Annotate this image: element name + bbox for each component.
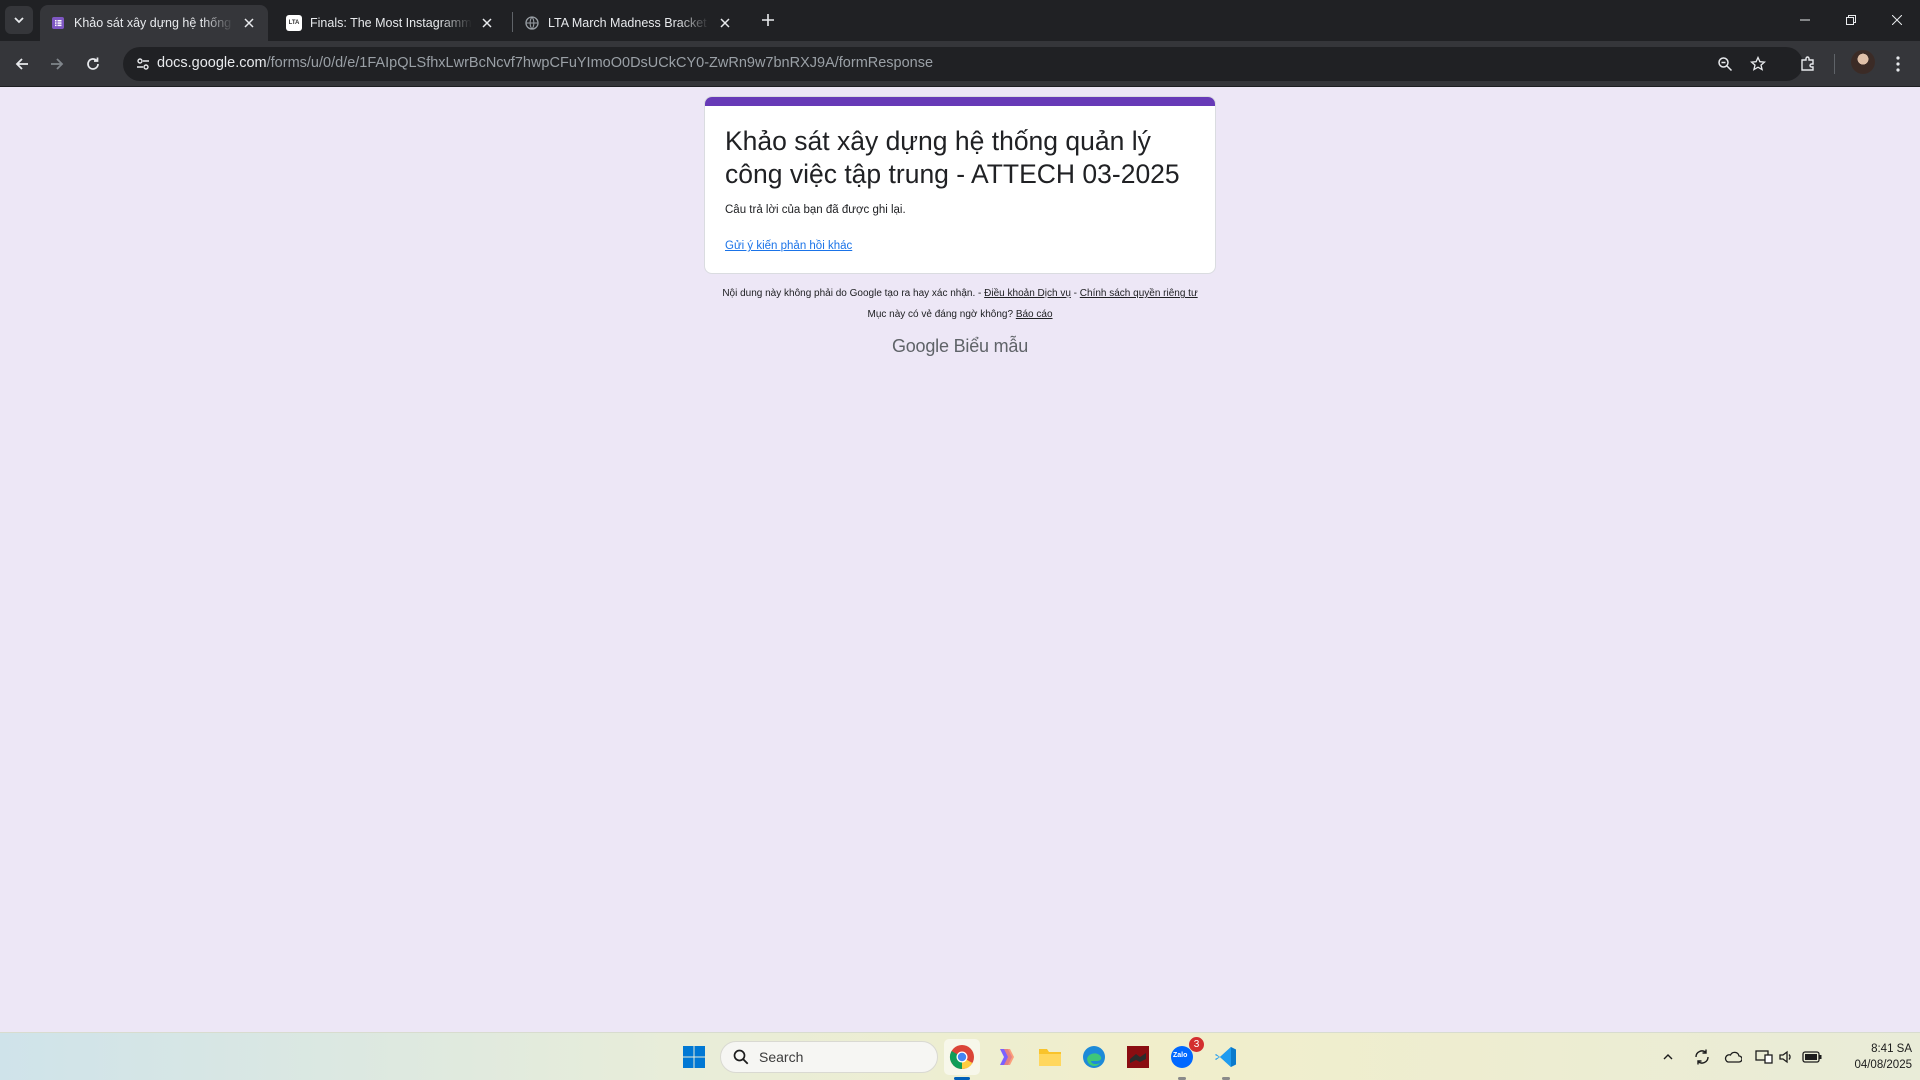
- chevron-up-icon: [1663, 1054, 1673, 1060]
- clock-date: 04/08/2025: [1854, 1059, 1912, 1071]
- submit-another-response-link[interactable]: Gửi ý kiến phản hồi khác: [725, 240, 852, 252]
- suspicious-text: Mục này có vẻ đáng ngờ không?: [867, 309, 1014, 320]
- back-button[interactable]: [7, 49, 37, 79]
- url-text[interactable]: docs.google.com/forms/u/0/d/e/1FAIpQLSfh…: [157, 55, 933, 71]
- taskbar-vscode[interactable]: [1208, 1039, 1244, 1075]
- lta-icon: LTA: [286, 15, 302, 31]
- plus-icon: [762, 14, 774, 26]
- tab-title: Khảo sát xây dựng hệ thống quản lý công …: [74, 16, 234, 30]
- tab-finals[interactable]: LTA Finals: The Most Instagrammable Plac…: [276, 5, 506, 41]
- search-icon: [733, 1049, 749, 1065]
- taskbar-copilot[interactable]: [988, 1039, 1024, 1075]
- close-icon[interactable]: [478, 14, 496, 32]
- menu-button[interactable]: [1883, 49, 1913, 79]
- system-clock[interactable]: 8:41 SA 04/08/2025: [1828, 1041, 1912, 1073]
- form-accent-bar: [705, 97, 1215, 106]
- edge-icon: [1083, 1046, 1105, 1068]
- taskbar-edge[interactable]: [1076, 1039, 1112, 1075]
- tab-title: LTA March Madness Bracket 2025: [548, 16, 710, 30]
- close-icon: [1892, 15, 1902, 25]
- start-button[interactable]: [676, 1039, 712, 1075]
- google-forms-icon: [50, 15, 66, 31]
- notification-badge: 3: [1189, 1037, 1204, 1052]
- footer-separator: -: [1070, 288, 1080, 299]
- reload-button[interactable]: [78, 49, 108, 79]
- restore-icon: [1846, 15, 1856, 25]
- taskbar-chrome[interactable]: [944, 1039, 980, 1075]
- search-placeholder: Search: [759, 1049, 804, 1065]
- taskbar-file-explorer[interactable]: [1032, 1039, 1068, 1075]
- terms-link[interactable]: Điều khoản Dịch vụ: [984, 288, 1071, 299]
- clock-time: 8:41 SA: [1871, 1043, 1912, 1055]
- google-forms-logo[interactable]: Google Biểu mẫu: [0, 336, 1920, 357]
- reload-icon: [87, 57, 99, 70]
- arrow-right-icon: [51, 58, 64, 70]
- network-icon[interactable]: [1754, 1047, 1774, 1067]
- more-vert-icon: [1896, 56, 1900, 72]
- arrow-left-icon: [15, 58, 28, 70]
- profile-avatar[interactable]: [1851, 50, 1875, 74]
- tab-search-button[interactable]: [5, 6, 33, 34]
- brand-google: Google: [891, 336, 949, 356]
- puzzle-icon: [1801, 56, 1814, 71]
- footer-report: Mục này có vẻ đáng ngờ không? Báo cáo: [0, 309, 1920, 320]
- minimize-icon: [1800, 19, 1810, 21]
- zoom-icon[interactable]: [1713, 52, 1737, 76]
- tab-title: Finals: The Most Instagrammable Places: [310, 16, 472, 30]
- tab-google-form[interactable]: Khảo sát xây dựng hệ thống quản lý công …: [40, 5, 268, 41]
- globe-icon: [524, 15, 540, 31]
- onedrive-icon[interactable]: [1723, 1047, 1743, 1067]
- disclaimer-text: Nội dung này không phải do Google tạo ra…: [722, 288, 982, 299]
- volume-icon[interactable]: [1776, 1047, 1796, 1067]
- brand-forms: Biểu mẫu: [953, 336, 1029, 356]
- url-host: docs.google.com: [157, 55, 267, 71]
- tab-separator: [512, 12, 513, 32]
- site-info-icon[interactable]: [131, 52, 155, 76]
- windows-icon: [683, 1046, 705, 1068]
- taskbar-app-red[interactable]: [1120, 1039, 1156, 1075]
- show-hidden-icons-button[interactable]: [1658, 1047, 1678, 1067]
- tab-lta-bracket[interactable]: LTA March Madness Bracket 2025: [514, 5, 744, 41]
- tab-strip: Khảo sát xây dựng hệ thống quản lý công …: [0, 0, 1920, 41]
- copilot-icon: [1000, 1049, 1014, 1065]
- chrome-icon: [949, 1045, 974, 1069]
- windows-taskbar: Search Zalo 3 8:41 SA 04/08/2025: [0, 1032, 1920, 1080]
- privacy-link[interactable]: Chính sách quyền riêng tư: [1080, 288, 1198, 299]
- sync-tray-icon[interactable]: [1692, 1047, 1712, 1067]
- forward-button[interactable]: [42, 49, 72, 79]
- address-bar[interactable]: docs.google.com/forms/u/0/d/e/1FAIpQLSfh…: [123, 47, 1803, 81]
- form-response-card: Khảo sát xây dựng hệ thống quản lý công …: [704, 96, 1216, 274]
- restore-button[interactable]: [1828, 0, 1874, 40]
- extensions-button[interactable]: [1793, 49, 1823, 79]
- close-icon[interactable]: [240, 14, 258, 32]
- new-tab-button[interactable]: [756, 8, 780, 32]
- close-window-button[interactable]: [1874, 0, 1920, 40]
- taskbar-search[interactable]: Search: [720, 1041, 938, 1073]
- zalo-label: Zalo: [1173, 1052, 1188, 1059]
- app-icon: [1127, 1046, 1149, 1068]
- folder-icon: [1039, 1049, 1061, 1066]
- close-icon[interactable]: [716, 14, 734, 32]
- response-recorded-message: Câu trả lời của bạn đã được ghi lại.: [725, 204, 906, 216]
- report-link[interactable]: Báo cáo: [1016, 309, 1053, 320]
- toolbar-divider: [1834, 54, 1835, 74]
- form-title: Khảo sát xây dựng hệ thống quản lý công …: [725, 126, 1180, 189]
- battery-icon[interactable]: [1802, 1047, 1822, 1067]
- vscode-icon: [1215, 1047, 1236, 1067]
- url-path: /forms/u/0/d/e/1FAIpQLSfhxLwrBcNcvf7hwpC…: [266, 55, 934, 71]
- footer-disclaimer: Nội dung này không phải do Google tạo ra…: [0, 288, 1920, 299]
- minimize-button[interactable]: [1782, 0, 1828, 40]
- browser-toolbar: docs.google.com/forms/u/0/d/e/1FAIpQLSfh…: [0, 41, 1920, 87]
- taskbar-zalo[interactable]: Zalo 3: [1164, 1037, 1204, 1075]
- chevron-down-icon: [14, 17, 24, 24]
- star-icon[interactable]: [1746, 52, 1770, 76]
